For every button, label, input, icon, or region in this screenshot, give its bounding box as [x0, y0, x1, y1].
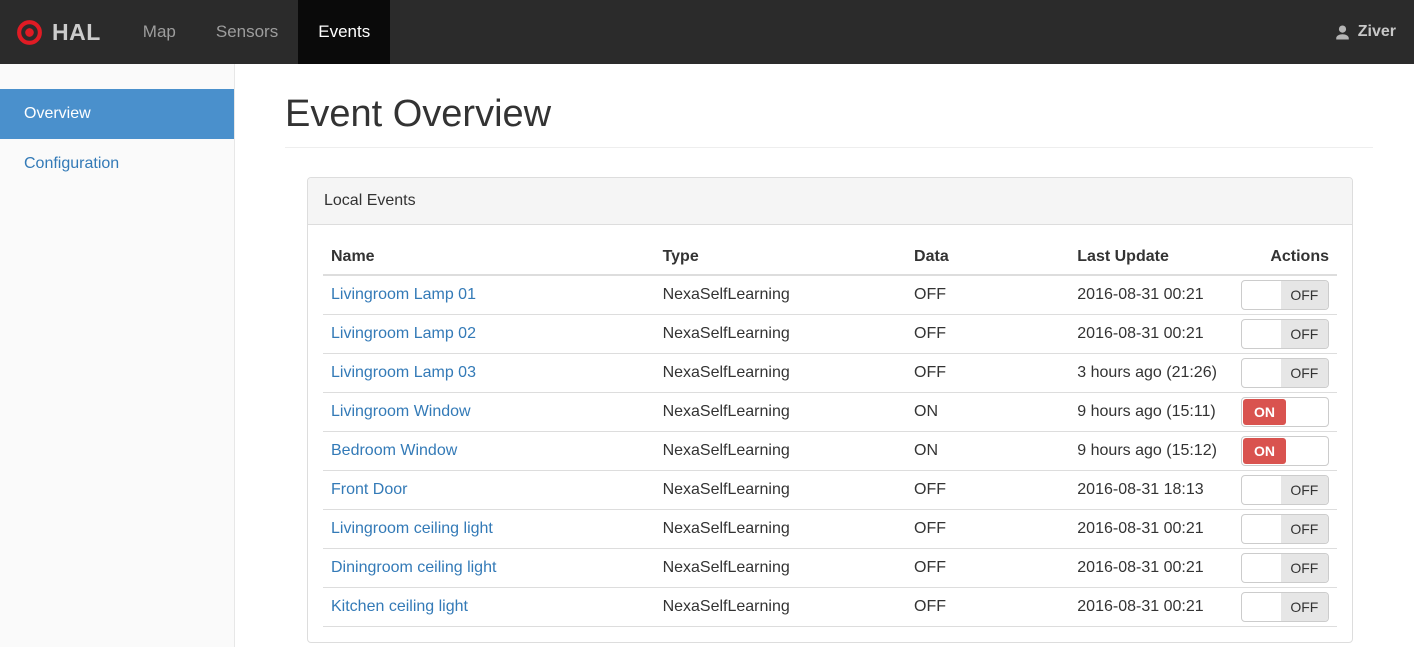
event-type: NexaSelfLearning	[654, 352, 907, 392]
event-type: NexaSelfLearning	[654, 430, 907, 470]
toggle-switch[interactable]: OFF	[1241, 279, 1329, 310]
event-type: NexaSelfLearning	[654, 469, 907, 509]
event-last-update: 2016-08-31 00:21	[1069, 313, 1230, 353]
brand[interactable]: HAL	[0, 0, 103, 64]
event-data: OFF	[906, 469, 1070, 509]
bullseye-icon	[17, 19, 42, 45]
table-row: Livingroom ceiling light NexaSelfLearnin…	[323, 508, 1337, 548]
navbar-spacer	[390, 0, 1334, 64]
event-type: NexaSelfLearning	[654, 274, 907, 314]
event-data: OFF	[906, 313, 1070, 353]
toggle-state-label: OFF	[1280, 475, 1328, 504]
events-table: Name Type Data Last Update Actions Livin…	[323, 240, 1337, 627]
event-name-link[interactable]: Livingroom Lamp 01	[331, 286, 476, 303]
toggle-switch[interactable]: OFF	[1241, 474, 1329, 505]
page-header: Event Overview	[285, 91, 1373, 148]
event-last-update: 2016-08-31 00:21	[1069, 586, 1230, 627]
event-data: ON	[906, 430, 1070, 470]
tab-map[interactable]: Map	[123, 0, 196, 64]
brand-label: HAL	[52, 18, 101, 45]
table-row: Front Door NexaSelfLearning OFF 2016-08-…	[323, 469, 1337, 509]
toggle-state-label: ON	[1243, 398, 1286, 425]
event-type: NexaSelfLearning	[654, 313, 907, 353]
user-name: Ziver	[1357, 23, 1396, 40]
toggle-state-label: OFF	[1280, 592, 1328, 621]
event-data: OFF	[906, 274, 1070, 314]
toggle-state-label: OFF	[1280, 280, 1328, 309]
local-events-panel: Local Events Name Type Data Last Update …	[307, 177, 1353, 643]
table-row: Kitchen ceiling light NexaSelfLearning O…	[323, 586, 1337, 627]
toggle-switch[interactable]: OFF	[1241, 591, 1329, 622]
person-icon	[1335, 24, 1349, 40]
tab-sensors-label: Sensors	[215, 22, 279, 41]
event-last-update: 9 hours ago (15:12)	[1069, 430, 1230, 470]
event-name-link[interactable]: Livingroom Lamp 03	[331, 364, 476, 381]
table-row: Livingroom Lamp 02 NexaSelfLearning OFF …	[323, 313, 1337, 353]
column-header-name: Name	[323, 240, 655, 276]
main-content: Event Overview Local Events Name Type Da…	[235, 64, 1414, 647]
top-navbar: HAL Map Sensors Events Ziver	[0, 0, 1414, 64]
event-type: NexaSelfLearning	[654, 508, 907, 548]
event-name-link[interactable]: Livingroom ceiling light	[331, 520, 493, 537]
table-row: Livingroom Window NexaSelfLearning ON 9 …	[323, 391, 1337, 431]
event-last-update: 2016-08-31 00:21	[1069, 547, 1230, 587]
sidebar: Overview Configuration	[0, 64, 235, 647]
tab-events-label: Events	[318, 22, 371, 41]
toggle-switch[interactable]: OFF	[1241, 513, 1329, 544]
toggle-state-label: OFF	[1280, 358, 1328, 387]
toggle-switch[interactable]: OFF	[1241, 552, 1329, 583]
event-name-link[interactable]: Livingroom Window	[331, 403, 471, 420]
toggle-switch[interactable]: OFF	[1241, 318, 1329, 349]
user-menu[interactable]: Ziver	[1334, 0, 1414, 64]
event-last-update: 3 hours ago (21:26)	[1069, 352, 1230, 392]
event-type: NexaSelfLearning	[654, 586, 907, 627]
event-data: OFF	[906, 508, 1070, 548]
event-name-link[interactable]: Livingroom Lamp 02	[331, 325, 476, 342]
column-header-last-update: Last Update	[1069, 240, 1230, 276]
page-title: Event Overview	[285, 93, 552, 135]
event-last-update: 2016-08-31 00:21	[1069, 508, 1230, 548]
toggle-state-label: OFF	[1280, 514, 1328, 543]
event-last-update: 2016-08-31 18:13	[1069, 469, 1230, 509]
toggle-switch[interactable]: OFF	[1241, 357, 1329, 388]
event-type: NexaSelfLearning	[654, 547, 907, 587]
table-header-row: Name Type Data Last Update Actions	[323, 240, 1337, 276]
toggle-state-label: ON	[1243, 437, 1286, 464]
column-header-actions: Actions	[1229, 240, 1337, 276]
event-type: NexaSelfLearning	[654, 391, 907, 431]
sidebar-item-configuration[interactable]: Configuration	[0, 139, 234, 189]
table-row: Diningroom ceiling light NexaSelfLearnin…	[323, 547, 1337, 587]
tab-sensors[interactable]: Sensors	[196, 0, 298, 64]
column-header-type: Type	[654, 240, 907, 276]
column-header-data: Data	[906, 240, 1070, 276]
event-name-link[interactable]: Bedroom Window	[331, 442, 457, 459]
event-data: OFF	[906, 547, 1070, 587]
navbar-tabs: Map Sensors Events	[123, 0, 391, 64]
toggle-switch[interactable]: ON	[1241, 435, 1329, 466]
toggle-state-label: OFF	[1280, 319, 1328, 348]
event-name-link[interactable]: Front Door	[331, 481, 407, 498]
tab-events[interactable]: Events	[298, 0, 391, 64]
event-data: OFF	[906, 586, 1070, 627]
event-data: OFF	[906, 352, 1070, 392]
panel-title: Local Events	[308, 178, 1352, 225]
panel-body: Name Type Data Last Update Actions Livin…	[308, 225, 1352, 642]
event-last-update: 9 hours ago (15:11)	[1069, 391, 1230, 431]
table-row: Bedroom Window NexaSelfLearning ON 9 hou…	[323, 430, 1337, 470]
event-data: ON	[906, 391, 1070, 431]
event-name-link[interactable]: Kitchen ceiling light	[331, 598, 468, 615]
toggle-switch[interactable]: ON	[1241, 396, 1329, 427]
table-row: Livingroom Lamp 01 NexaSelfLearning OFF …	[323, 274, 1337, 314]
toggle-state-label: OFF	[1280, 553, 1328, 582]
sidebar-item-overview[interactable]: Overview	[0, 89, 234, 139]
table-row: Livingroom Lamp 03 NexaSelfLearning OFF …	[323, 352, 1337, 392]
tab-map-label: Map	[142, 22, 176, 41]
event-name-link[interactable]: Diningroom ceiling light	[331, 559, 496, 576]
event-last-update: 2016-08-31 00:21	[1069, 274, 1230, 314]
